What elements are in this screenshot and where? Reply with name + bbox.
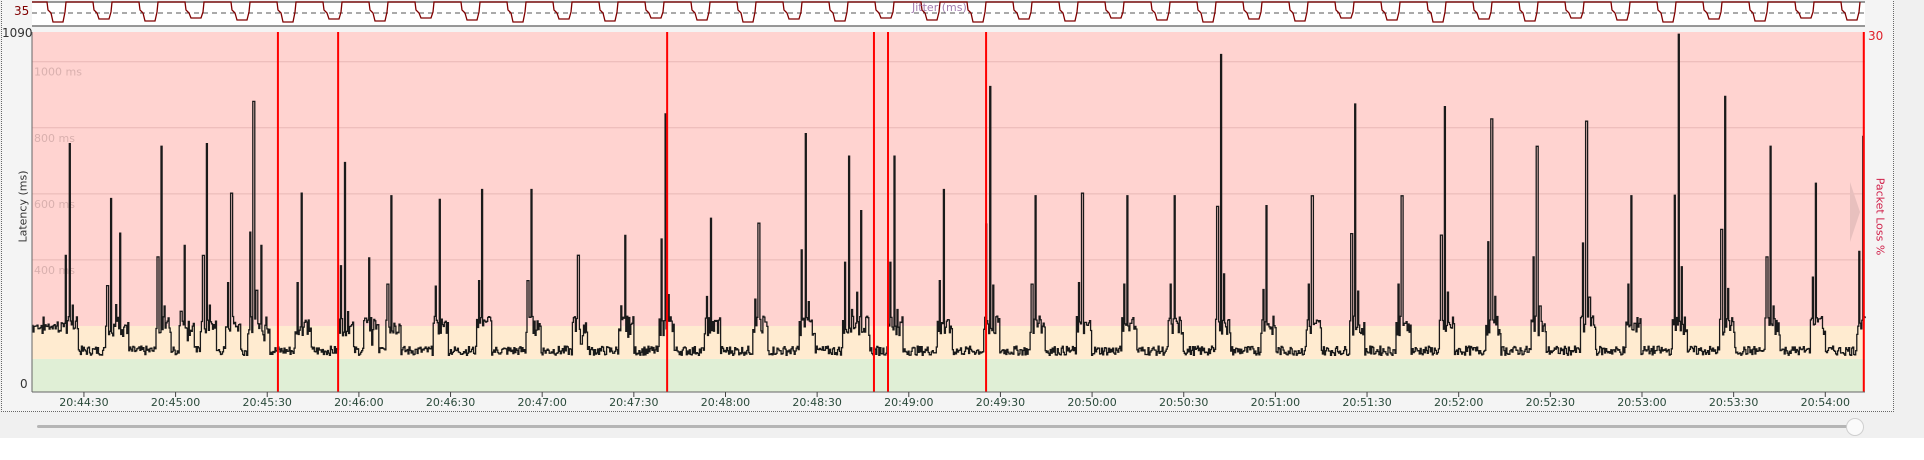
zone-bad: [32, 32, 1865, 326]
jitter-ref-label: 35: [14, 4, 30, 18]
x-tick-label: 20:51:30: [1342, 396, 1391, 409]
time-range-slider[interactable]: [37, 425, 1857, 428]
y2-axis-title: Packet Loss %: [1873, 177, 1887, 256]
latency-chart: 1000 ms800 ms600 ms400 ms20:44:30 20:45:0…: [31, 1, 1866, 409]
y-axis-min-label: 0: [20, 377, 28, 391]
x-tick-label: 20:50:30: [1159, 396, 1208, 409]
x-tick-label: 20:51:00: [1251, 396, 1300, 409]
x-tick-label: 20:48:00: [701, 396, 750, 409]
x-tick-label: 20:53:30: [1709, 396, 1758, 409]
x-tick-label: 20:45:30: [243, 396, 292, 409]
y-axis-max-label: 1090: [2, 26, 33, 40]
x-tick-label: 20:48:30: [792, 396, 841, 409]
slider-thumb[interactable]: [1846, 418, 1864, 436]
zone-good: [32, 358, 1865, 392]
x-tick-label: 20:47:00: [517, 396, 566, 409]
x-tick-label: 20:46:00: [334, 396, 383, 409]
x-tick-label: 20:49:00: [884, 396, 933, 409]
jitter-title: Jitter (ms): [912, 1, 967, 14]
x-tick-label: 20:53:00: [1617, 396, 1666, 409]
x-tick-label: 20:50:00: [1067, 396, 1116, 409]
x-tick-label: 20:52:00: [1434, 396, 1483, 409]
x-tick-label: 20:54:00: [1801, 396, 1850, 409]
x-tick-label: 20:44:30: [59, 396, 108, 409]
y2-axis-max-label: 30: [1868, 29, 1884, 43]
x-tick-label: 20:45:00: [151, 396, 200, 409]
latency-monitor-panel: 1000 ms 800 ms 600 ms 400 ms 20:44:30 20:45:0…: [0, 0, 1924, 438]
y-axis-title: Latency (ms): [16, 170, 30, 243]
x-tick-label: 20:46:30: [426, 396, 475, 409]
x-tick-label: 20:47:30: [609, 396, 658, 409]
gridline-label: 800 ms: [34, 132, 75, 145]
x-tick-label: 20:49:30: [976, 396, 1025, 409]
x-tick-label: 20:52:30: [1526, 396, 1575, 409]
gridline-label: 1000 ms: [34, 66, 82, 79]
